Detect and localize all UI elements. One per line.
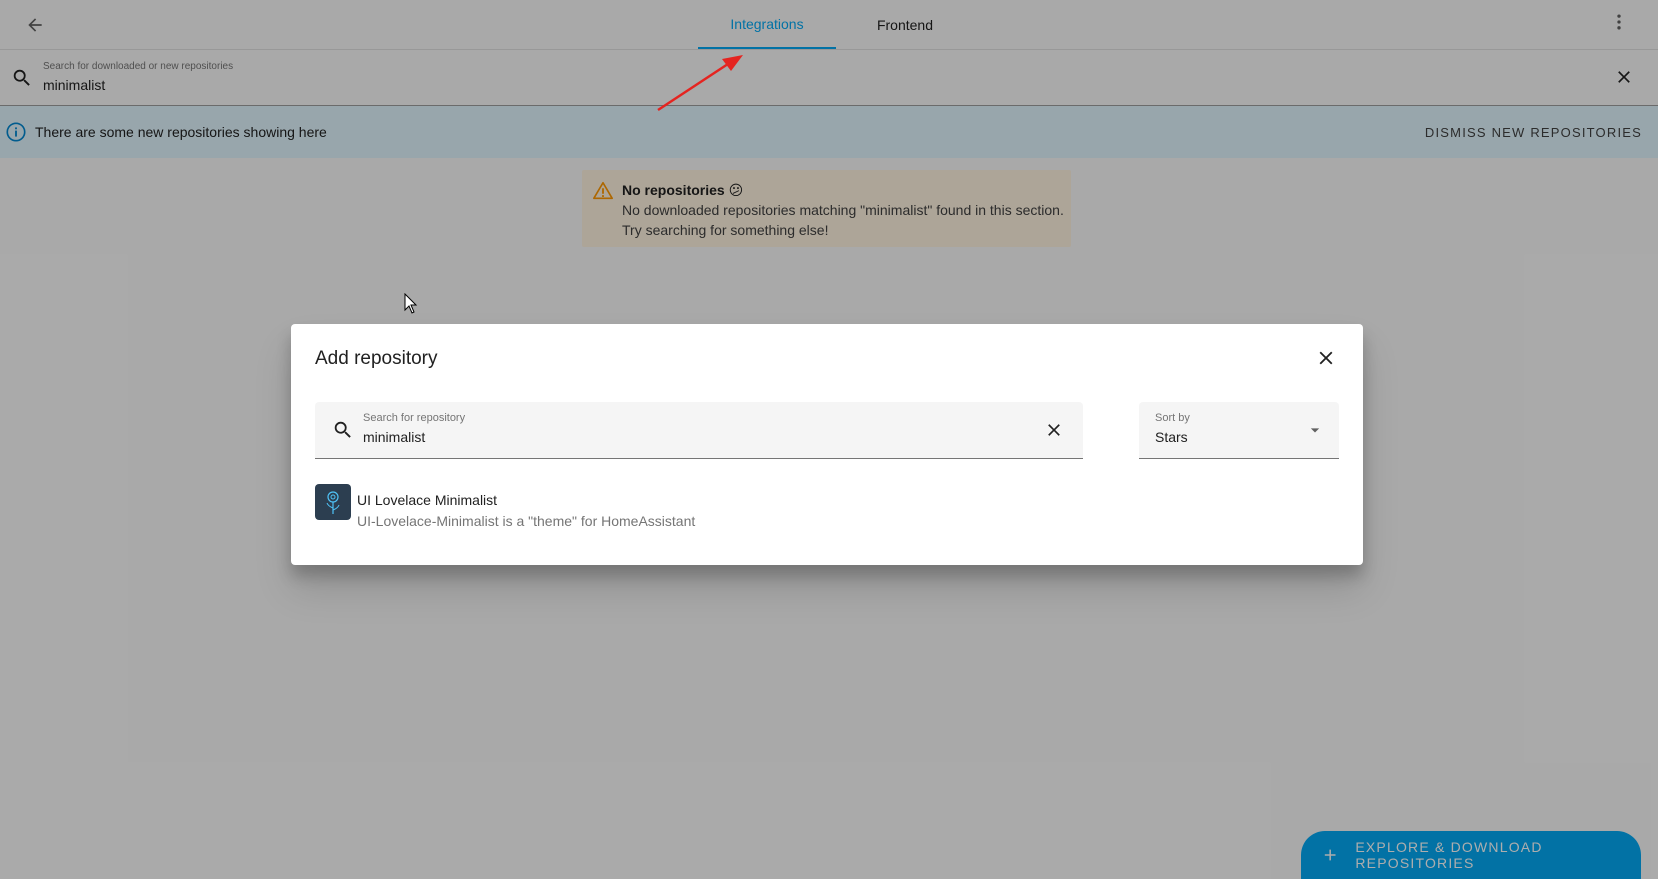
sort-by-select[interactable]: Sort by Stars — [1139, 402, 1339, 459]
search-icon-wrap — [331, 418, 355, 442]
search-field-label: Search for repository — [363, 412, 466, 424]
close-dialog-button[interactable] — [1312, 344, 1340, 372]
dialog-title: Add repository — [315, 348, 438, 369]
repository-avatar — [315, 484, 351, 520]
magnify-icon — [334, 421, 351, 438]
clear-repository-search-button[interactable] — [1042, 418, 1066, 442]
sort-label: Sort by — [1155, 412, 1190, 424]
close-icon — [1319, 351, 1333, 365]
repository-result-item[interactable]: UI Lovelace Minimalist UI-Lovelace-Minim… — [315, 484, 1339, 530]
sort-value: Stars — [1155, 429, 1188, 445]
mouse-cursor-icon — [404, 293, 418, 314]
repository-search-input[interactable]: minimalist — [363, 429, 425, 445]
menu-down-icon — [1310, 428, 1320, 433]
close-icon — [1048, 424, 1060, 436]
repository-search-field[interactable]: Search for repository minimalist — [315, 402, 1083, 459]
repository-description: UI-Lovelace-Minimalist is a "theme" for … — [357, 513, 696, 529]
annotation-arrow-icon — [657, 55, 743, 112]
repository-name: UI Lovelace Minimalist — [357, 492, 498, 508]
add-repository-dialog: Add repository Search for repository min… — [291, 324, 1363, 565]
flower-logo-icon — [326, 491, 340, 514]
